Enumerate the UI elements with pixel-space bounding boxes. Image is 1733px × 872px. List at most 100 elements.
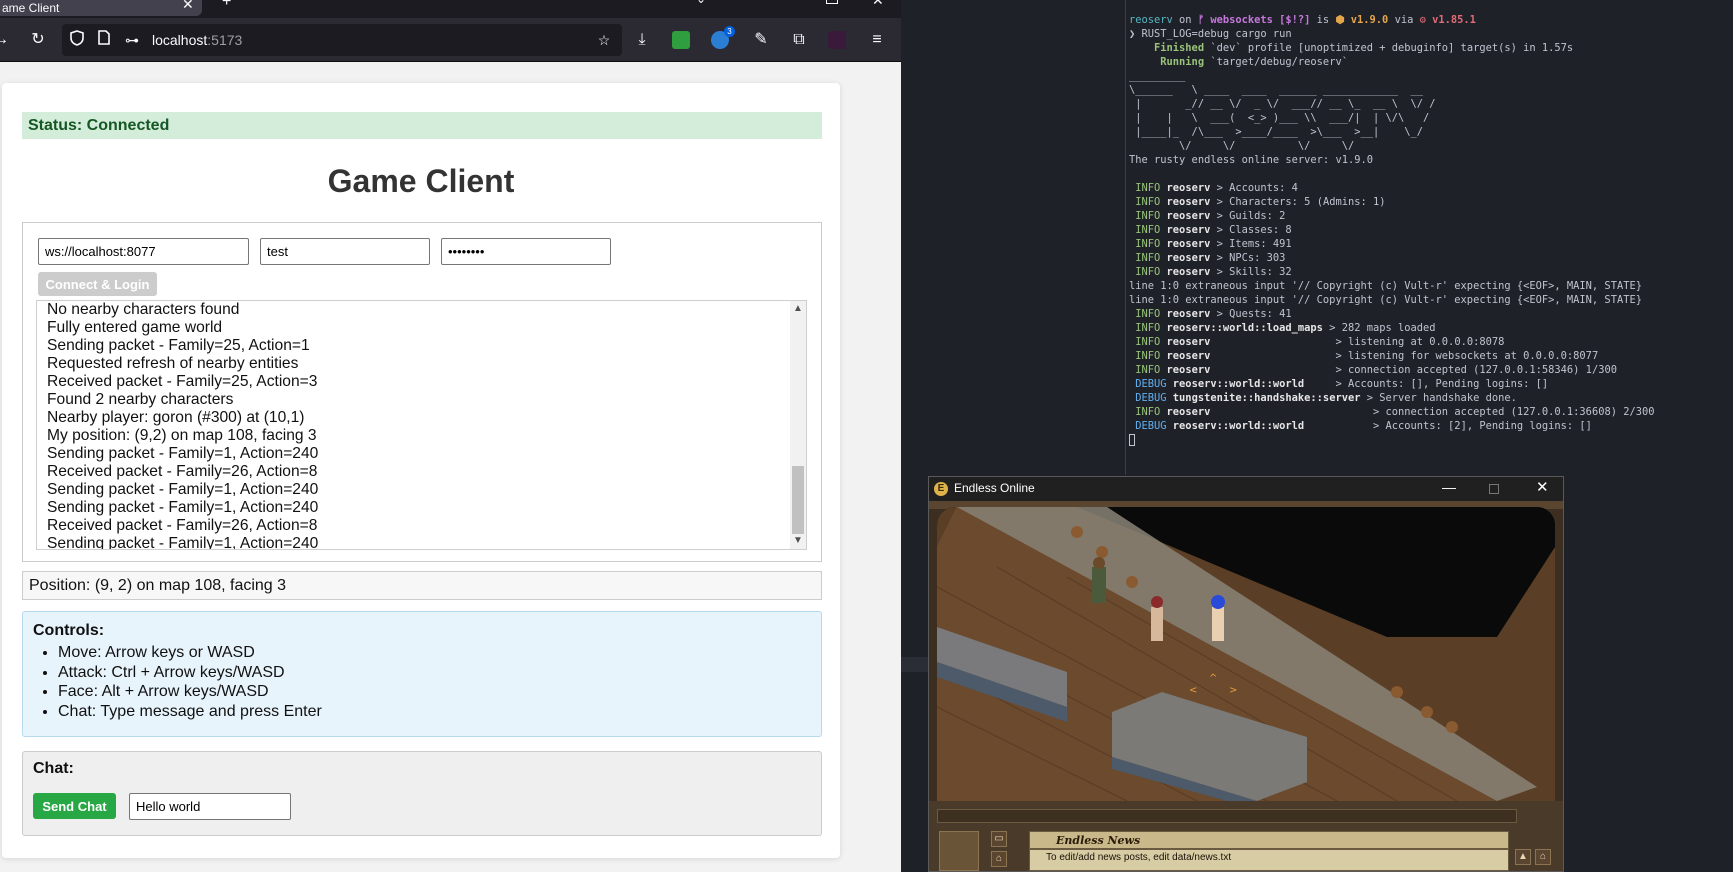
banner-line: _________ [1129,70,1186,82]
log-scrollbar[interactable]: ▲ ▼ [790,301,806,549]
log-level: INFO [1129,252,1167,264]
banner-line: | | \ ___( <_> )___ \\ ___/| | \/\ / [1129,112,1430,124]
log-target: reoserv::world::world [1172,420,1305,432]
home-icon[interactable]: ⌂ [991,851,1007,867]
game-titlebar[interactable]: E Endless Online — ✕ [929,477,1563,501]
log-level: INFO [1129,336,1167,348]
username-input[interactable] [260,238,430,265]
log-target: reoserv::world::load_maps [1166,322,1323,334]
chat-message-input[interactable] [129,793,291,820]
log-level: INFO [1129,350,1167,362]
log-target: reoserv [1166,238,1211,250]
log-entry: INFO reoserv > Quests: 41 [1129,308,1292,320]
log-entry: DEBUG reoserv::world::world > Accounts: … [1129,378,1548,390]
shield-icon[interactable] [67,30,87,50]
scroll-down-icon[interactable]: ▼ [790,533,806,549]
extension-green-icon[interactable] [672,31,690,49]
password-input[interactable] [441,238,611,265]
shop-icon[interactable]: ⌂ [1535,849,1551,865]
log-message: > Quests: 41 [1210,308,1292,320]
window-close-icon[interactable]: ✕ [872,0,884,9]
game-frame: < > ^ ▭ ⌂ Endless News To edit/add news … [929,501,1563,871]
send-chat-button[interactable]: Send Chat [33,793,116,819]
log-entry: INFO reoserv > listening at 0.0.0.0:8078 [1129,336,1504,348]
log-message: > Accounts: [], Pending logins: [] [1304,378,1549,390]
log-level: INFO [1129,224,1167,236]
log-line: Sending packet - Family=1, Action=240 [47,445,319,462]
tab-strip: ame Client ✕ + ⌄ ✕ [0,0,901,18]
log-message: > listening for websockets at 0.0.0.0:80… [1210,350,1599,362]
bookmark-star-icon[interactable]: ☆ [594,30,614,50]
log-level: INFO [1129,266,1167,278]
position-readout: Position: (9, 2) on map 108, facing 3 [22,571,822,600]
log-line: Found 2 nearby characters [47,391,234,408]
log-entry: INFO reoserv > NPCs: 303 [1129,252,1285,264]
minimize-icon[interactable]: — [1442,479,1456,495]
menu-icon[interactable]: ≡ [866,29,888,51]
connect-login-button[interactable]: Connect & Login [38,272,157,296]
news-panel: To edit/add news posts, edit data/news.t… [1029,849,1509,871]
log-entry: INFO reoserv > Items: 491 [1129,238,1291,250]
chevron-down-icon[interactable]: ⌄ [696,0,706,6]
tab-close-icon[interactable]: ✕ [182,0,194,16]
log-entry: INFO reoserv::world::load_maps > 282 map… [1129,322,1435,334]
scroll-up-icon[interactable]: ▲ [790,301,806,317]
pen-icon[interactable]: ✎ [750,29,772,51]
back-arrow-icon[interactable]: → [0,29,12,51]
log-level: INFO [1129,322,1167,334]
reload-icon[interactable]: ↻ [27,29,49,51]
list-item: Chat: Type message and press Enter [58,702,811,722]
news-title: Endless News [1056,834,1141,847]
log-line: Sending packet - Family=1, Action=240 [47,499,319,516]
log-message: > listening at 0.0.0.0:8078 [1210,336,1505,348]
banner-line: \______ \ ____ ____ ______ ____________ … [1129,84,1424,96]
log-target: reoserv [1166,364,1211,376]
new-tab-icon[interactable]: + [222,0,231,11]
download-icon[interactable]: ⤓ [631,29,653,51]
game-map-view[interactable]: < > ^ [937,507,1555,801]
extension-dark-icon[interactable] [828,31,846,49]
browser-tab[interactable]: ame Client ✕ [0,0,202,16]
log-message: > Classes: 8 [1210,224,1292,236]
log-message: > NPCs: 303 [1210,252,1286,264]
controls-panel: Controls: Move: Arrow keys or WASD Attac… [22,611,822,737]
tab-title: ame Client [2,1,60,15]
close-icon[interactable]: ✕ [1536,478,1549,496]
maximize-icon[interactable] [1489,484,1499,494]
game-chat-input[interactable] [937,809,1517,823]
extensions-icon[interactable]: ⧉ [788,29,810,51]
log-level: INFO [1129,196,1167,208]
message-log[interactable]: No nearby characters found Fully entered … [36,300,807,550]
log-message: > Skills: 32 [1210,266,1292,278]
pane-divider[interactable] [1125,0,1126,475]
log-target: reoserv [1166,224,1211,236]
log-entry: INFO reoserv > listening for websockets … [1129,350,1598,362]
log-target: reoserv [1166,308,1211,320]
permissions-icon[interactable]: ⊶ [122,30,142,50]
tavern-scene: < > ^ [937,507,1555,801]
log-entry: INFO reoserv > connection accepted (127.… [1129,364,1617,376]
terminal-output: reoserv on ᚠ websockets [$!?] is ⬢ v1.9.… [1129,13,1729,447]
log-message: > Characters: 5 (Admins: 1) [1210,196,1386,208]
folder-icon[interactable]: ▭ [991,831,1007,847]
list-item: Attack: Ctrl + Arrow keys/WASD [58,663,811,683]
log-line: My position: (9,2) on map 108, facing 3 [47,427,317,444]
log-line: Requested refresh of nearby entities [47,355,299,372]
maximize-icon[interactable] [826,0,838,4]
log-message: > connection accepted (127.0.0.1:58346) … [1210,364,1617,376]
log-level: INFO [1129,308,1167,320]
page-viewport: Status: Connected Game Client Connect & … [0,62,901,872]
log-target: reoserv [1166,252,1211,264]
log-message: > Server handshake done. [1360,392,1517,404]
banner-line: | _// __ \/ _ \/ ___// __ \_ __ \ \/ / [1129,98,1436,110]
character-portrait[interactable] [939,831,979,871]
scroll-up-icon[interactable]: ▲ [1515,849,1531,865]
banner-line: \/ \/ \/ \/ [1129,140,1355,152]
svg-text:>: > [1229,685,1237,696]
url-bar[interactable]: ⊶ localhost:5173 ☆ [62,24,622,56]
scrollbar-thumb[interactable] [792,466,804,534]
server-url-input[interactable] [38,238,249,265]
page-icon[interactable] [94,30,114,50]
running-label: Running [1129,56,1205,68]
url-host: localhost [152,32,208,48]
